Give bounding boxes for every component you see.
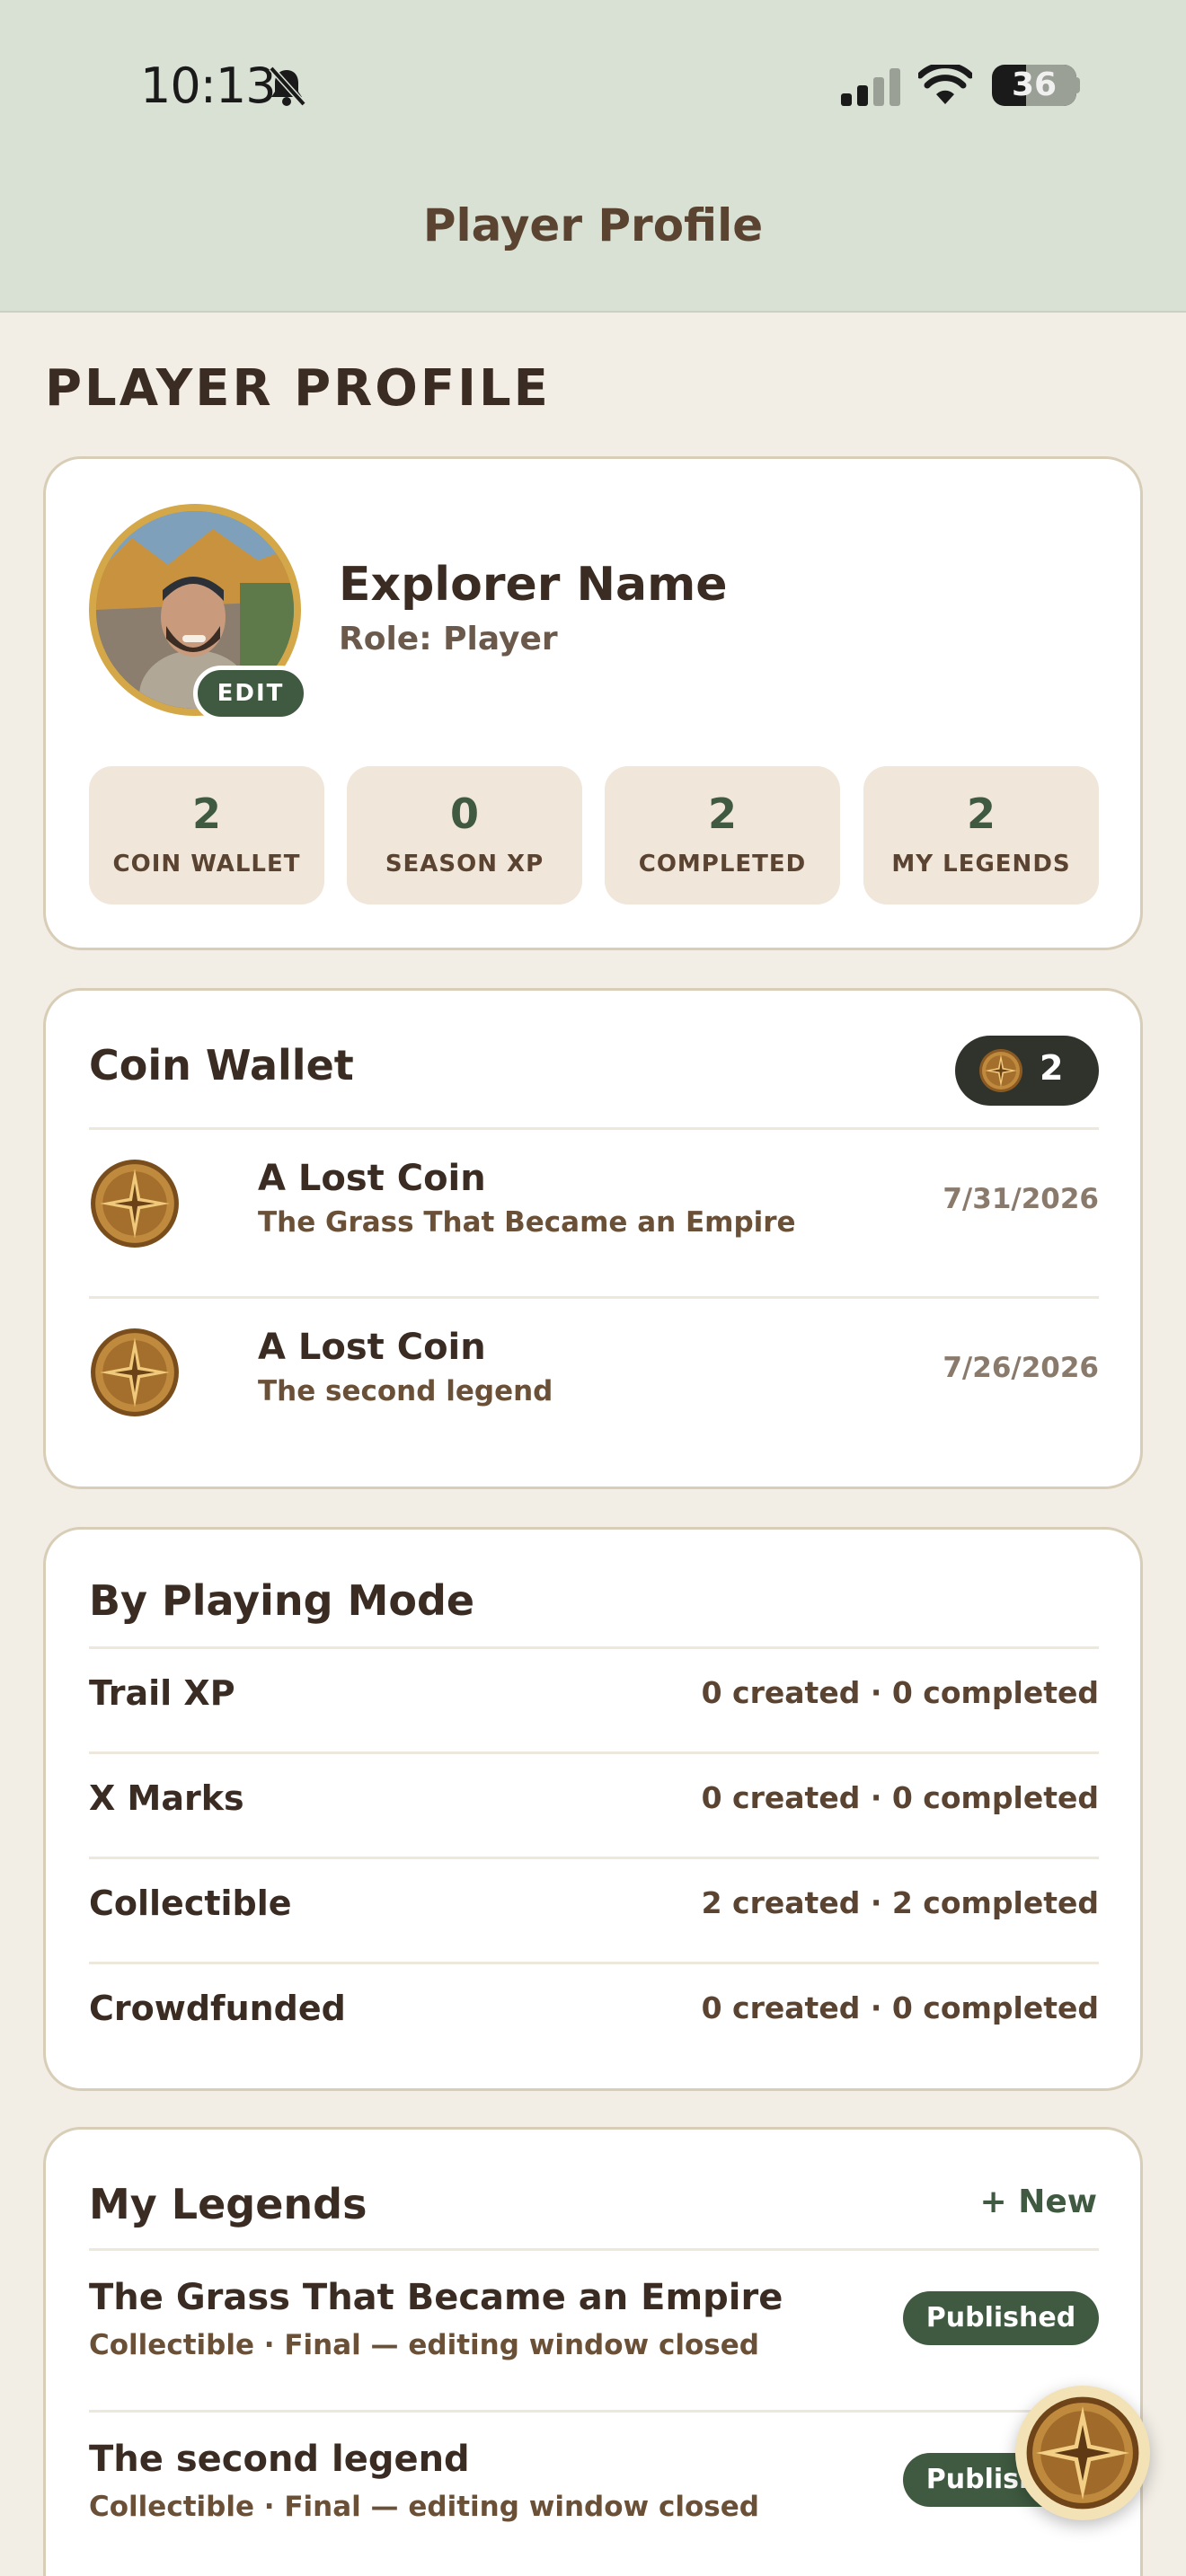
stat-my-legends[interactable]: 2 MY LEGENDS [863,766,1099,904]
battery-tip [1075,77,1080,93]
wallet-item-date: 7/26/2026 [943,1352,1099,1384]
stat-label: COIN WALLET [112,851,301,878]
wallet-item[interactable]: A Lost Coin The Grass That Became an Emp… [89,1143,1099,1260]
divider [89,1296,1099,1299]
app-header: 10:13 36 Player Profile [0,0,1186,313]
my-legends-card: My Legends + New The Grass That Became a… [43,2127,1143,2576]
battery-level: 36 [1011,66,1058,103]
signal-icon [841,68,900,106]
status-badge: Published [903,2291,1099,2345]
playing-mode-card: By Playing Mode Trail XP 0 created · 0 c… [43,1527,1143,2091]
mode-row-crowdfunded: Crowdfunded 0 created · 0 completed [89,1963,1099,2068]
legend-subtitle: Collectible · Final — editing window clo… [89,2491,759,2523]
legend-item[interactable]: The second legend Collectible · Final — … [89,2412,1099,2572]
mode-row-collectible: Collectible 2 created · 2 completed [89,1858,1099,1963]
mode-name: X Marks [89,1778,244,1818]
wallet-item-subtitle: The second legend [258,1375,553,1407]
stat-label: MY LEGENDS [891,851,1071,878]
stat-value: 2 [966,790,996,838]
wallet-item-date: 7/31/2026 [943,1183,1099,1215]
legend-title: The second legend [89,2439,470,2480]
legend-subtitle: Collectible · Final — editing window clo… [89,2329,759,2361]
coin-count: 2 [1040,1048,1064,1088]
mode-counts: 2 created · 2 completed [701,1885,1099,1920]
mode-counts: 0 created · 0 completed [701,1675,1099,1710]
coin-icon [91,1328,179,1416]
compass-icon [1026,2396,1139,2510]
wifi-icon [918,65,972,104]
stat-season-xp[interactable]: 0 SEASON XP [347,766,582,904]
profile-card: EDIT Explorer Name Role: Player 2 COIN W… [43,456,1143,950]
edit-avatar-button[interactable]: EDIT [193,666,308,721]
mode-row-trail-xp: Trail XP 0 created · 0 completed [89,1648,1099,1752]
mode-row-x-marks: X Marks 0 created · 0 completed [89,1753,1099,1857]
legend-item[interactable]: The Grass That Became an Empire Collecti… [89,2250,1099,2410]
stat-value: 2 [707,790,737,838]
coin-count-badge[interactable]: 2 [955,1036,1099,1106]
wallet-item-subtitle: The Grass That Became an Empire [258,1206,796,1239]
mode-name: Collectible [89,1883,292,1923]
mode-name: Crowdfunded [89,1989,346,2028]
wallet-item-title: A Lost Coin [258,1327,486,1368]
compass-fab-button[interactable] [1015,2386,1150,2520]
profile-role: Role: Player [339,621,558,657]
bell-slash-icon [269,66,306,107]
coin-icon [979,1049,1022,1092]
battery-icon: 36 [992,65,1076,106]
playing-mode-title: By Playing Mode [89,1576,475,1625]
profile-name: Explorer Name [339,558,728,612]
coin-wallet-title: Coin Wallet [89,1041,354,1090]
wallet-item[interactable]: A Lost Coin The second legend 7/26/2026 [89,1312,1099,1429]
mode-counts: 0 created · 0 completed [701,1990,1099,2025]
coin-icon [91,1160,179,1248]
stat-label: COMPLETED [638,851,807,878]
status-time: 10:13 [140,57,277,114]
page-title: PLAYER PROFILE [45,359,551,418]
divider [89,1127,1099,1130]
my-legends-title: My Legends [89,2180,367,2228]
new-legend-button[interactable]: + New [980,2183,1098,2220]
stats-row: 2 COIN WALLET 0 SEASON XP 2 COMPLETED 2 … [89,766,1099,904]
mode-counts: 0 created · 0 completed [701,1780,1099,1815]
nav-title: Player Profile [422,199,764,251]
stat-value: 0 [449,790,479,838]
wallet-item-title: A Lost Coin [258,1158,486,1199]
legend-title: The Grass That Became an Empire [89,2277,783,2318]
stat-value: 2 [191,790,221,838]
stat-coin-wallet[interactable]: 2 COIN WALLET [89,766,324,904]
coin-wallet-card: Coin Wallet 2 A Lost Coin The Grass That… [43,988,1143,1489]
mode-name: Trail XP [89,1673,235,1713]
stat-label: SEASON XP [385,851,544,878]
stat-completed[interactable]: 2 COMPLETED [605,766,840,904]
